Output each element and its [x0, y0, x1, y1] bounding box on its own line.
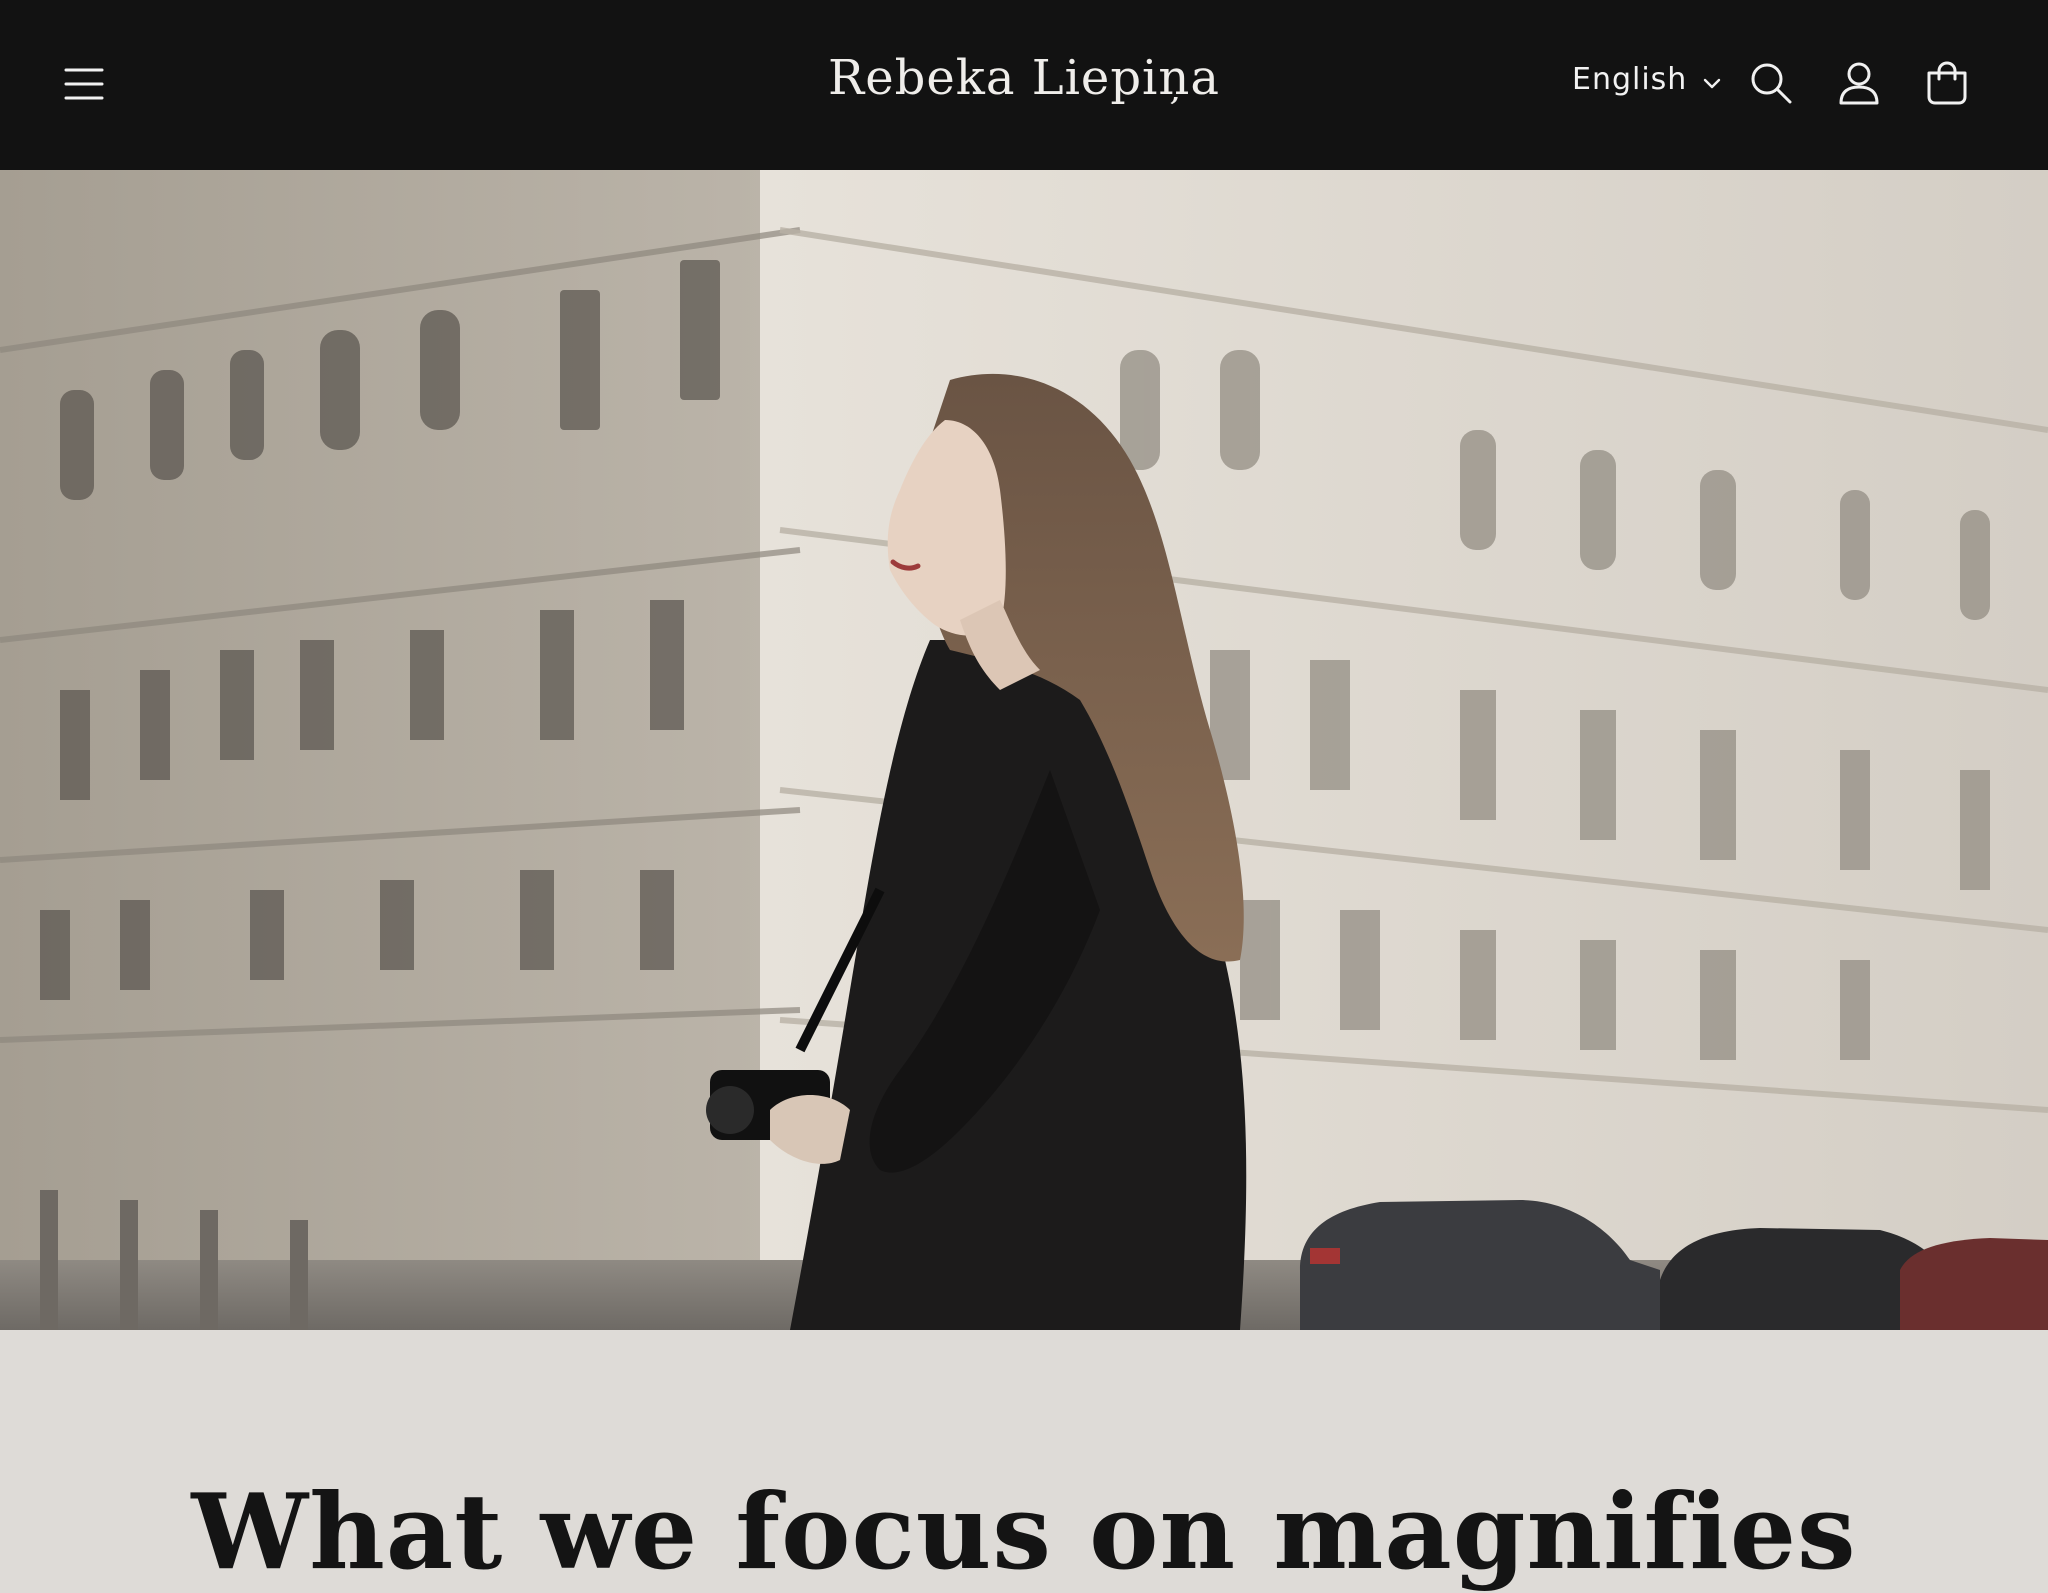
section-headline: What we focus on magnifies: [191, 1469, 1857, 1593]
shopping-bag-icon[interactable]: [1924, 60, 1970, 106]
chevron-down-icon: [1704, 78, 1721, 88]
user-icon[interactable]: [1836, 60, 1882, 106]
site-header: Rebeka Liepiņa English: [0, 0, 2048, 170]
site-logo[interactable]: Rebeka Liepiņa: [0, 50, 2048, 106]
hero-photo-illustration: [0, 170, 2048, 1330]
language-label: English: [1572, 62, 1688, 97]
hero-image: [0, 170, 2048, 1330]
language-selector[interactable]: English: [1572, 62, 1723, 97]
search-icon[interactable]: [1748, 60, 1794, 106]
